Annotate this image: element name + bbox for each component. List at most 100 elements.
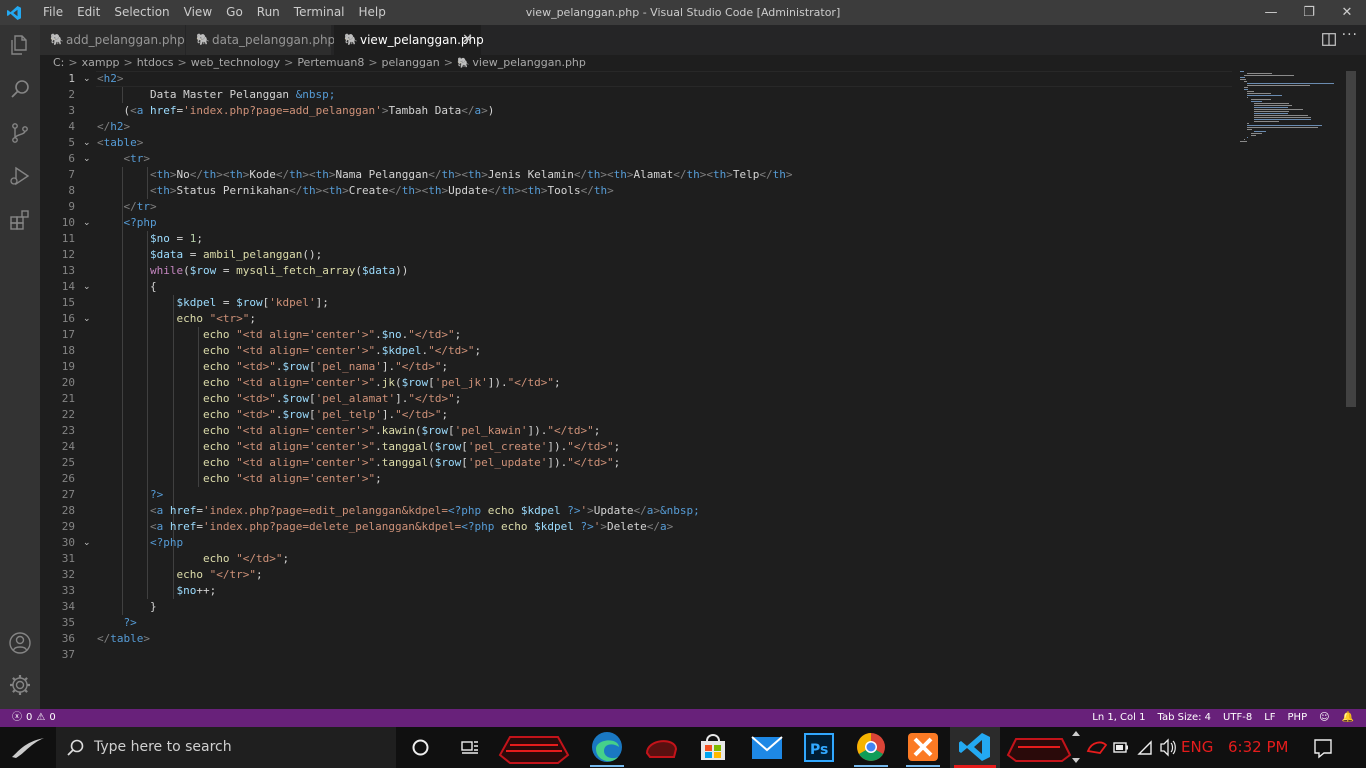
start-button-icon[interactable] bbox=[8, 732, 48, 762]
vscode-taskbar-icon[interactable] bbox=[950, 727, 1000, 768]
microsoft-store-icon[interactable] bbox=[690, 727, 736, 768]
more-actions-icon[interactable]: ··· bbox=[1342, 27, 1358, 43]
breadcrumb-item[interactable]: pelanggan bbox=[382, 56, 440, 69]
minimap[interactable] bbox=[1240, 71, 1340, 151]
code-line-15: $kdpel = $row['kdpel']; bbox=[176, 296, 329, 309]
task-view-icon[interactable] bbox=[460, 739, 480, 756]
menu-selection[interactable]: Selection bbox=[107, 0, 176, 25]
feedback-icon[interactable]: ☺ bbox=[1319, 709, 1329, 727]
settings-gear-icon[interactable] bbox=[8, 673, 32, 697]
scrollbar-thumb[interactable] bbox=[1346, 71, 1356, 407]
window-controls: — ❐ ✕ bbox=[1252, 0, 1366, 25]
problems-indicator[interactable]: ⓧ 0 ⚠ 0 bbox=[12, 709, 56, 727]
themed-app-icon[interactable] bbox=[496, 727, 572, 768]
line-number: 15 bbox=[61, 296, 75, 309]
breadcrumb-item[interactable]: web_technology bbox=[191, 56, 280, 69]
breadcrumb-item-file[interactable]: view_pelanggan.php bbox=[472, 56, 585, 69]
code-line-9: </tr> bbox=[123, 200, 157, 213]
minimap-line bbox=[1247, 95, 1283, 96]
line-number: 14 bbox=[61, 280, 75, 293]
minimap-line bbox=[1254, 103, 1290, 104]
code-line-33: $no++; bbox=[176, 584, 217, 597]
menu-file[interactable]: File bbox=[36, 0, 70, 25]
warning-count: 0 bbox=[49, 712, 56, 723]
line-number: 25 bbox=[61, 456, 75, 469]
encoding[interactable]: UTF-8 bbox=[1223, 709, 1252, 727]
vscode-logo-icon[interactable] bbox=[6, 5, 22, 21]
rog-tray-icon[interactable] bbox=[1086, 727, 1108, 768]
volume-icon[interactable] bbox=[1158, 727, 1178, 768]
action-center-icon[interactable] bbox=[1312, 727, 1334, 768]
extensions-icon[interactable] bbox=[8, 208, 32, 232]
fold-chevron-icon[interactable]: ⌄ bbox=[83, 311, 91, 327]
close-tab-icon[interactable]: ✕ bbox=[462, 25, 473, 55]
title-bar: File Edit Selection View Go Run Terminal… bbox=[0, 0, 1366, 25]
input-language[interactable]: ENG bbox=[1181, 727, 1213, 768]
language-mode[interactable]: PHP bbox=[1288, 709, 1308, 727]
tab-view-pelanggan[interactable]: 🐘 view_pelanggan.php ✕ bbox=[334, 25, 484, 55]
windows-taskbar: Type here to search Ps ENG 6:32 PM bbox=[0, 727, 1366, 768]
code-editor[interactable]: 1 ⌄ 2 3 4 5 ⌄ 6 ⌄ 7 8 9 10 ⌄ 11 12 13 14 ⌄ 15 16 ⌄ 17 18 19 20 21 2… bbox=[40, 71, 1356, 709]
line-number: 1 bbox=[68, 72, 75, 85]
menu-view[interactable]: View bbox=[177, 0, 219, 25]
chevron-right-icon: > bbox=[177, 56, 187, 69]
menu-terminal[interactable]: Terminal bbox=[287, 0, 352, 25]
code-line-32: echo "</tr>"; bbox=[176, 568, 263, 581]
tab-size[interactable]: Tab Size: 4 bbox=[1157, 709, 1211, 727]
search-icon[interactable] bbox=[8, 77, 32, 101]
breadcrumb-item[interactable]: Pertemuan8 bbox=[297, 56, 364, 69]
close-window-button[interactable]: ✕ bbox=[1328, 0, 1366, 25]
fold-chevron-icon[interactable]: ⌄ bbox=[83, 151, 91, 167]
minimap-line bbox=[1250, 101, 1262, 102]
breadcrumb-item[interactable]: C: bbox=[53, 56, 64, 69]
tab-add-pelanggan[interactable]: 🐘 add_pelanggan.php bbox=[40, 25, 186, 55]
fold-chevron-icon[interactable]: ⌄ bbox=[83, 135, 91, 151]
code-line-25: echo "<td align='center'>".tanggal($row[… bbox=[202, 456, 621, 469]
fold-chevron-icon[interactable]: ⌄ bbox=[83, 535, 91, 551]
menu-help[interactable]: Help bbox=[352, 0, 393, 25]
end-of-line[interactable]: LF bbox=[1264, 709, 1275, 727]
vertical-scrollbar[interactable] bbox=[1346, 71, 1356, 709]
taskbar-clock[interactable]: 6:32 PM bbox=[1228, 727, 1288, 768]
minimap-line bbox=[1247, 137, 1249, 138]
taskbar-search-box[interactable]: Type here to search bbox=[56, 727, 396, 768]
edge-browser-icon[interactable] bbox=[584, 727, 630, 768]
line-number: 37 bbox=[61, 648, 75, 661]
menu-run[interactable]: Run bbox=[250, 0, 287, 25]
wifi-icon[interactable] bbox=[1136, 727, 1154, 768]
minimize-button[interactable]: — bbox=[1252, 0, 1290, 25]
fold-chevron-icon[interactable]: ⌄ bbox=[83, 279, 91, 295]
tray-scroll-icon[interactable] bbox=[1070, 727, 1082, 768]
menu-edit[interactable]: Edit bbox=[70, 0, 107, 25]
cursor-position[interactable]: Ln 1, Col 1 bbox=[1092, 709, 1145, 727]
maximize-button[interactable]: ❐ bbox=[1290, 0, 1328, 25]
breadcrumb-item[interactable]: xampp bbox=[82, 56, 120, 69]
mail-icon[interactable] bbox=[744, 727, 790, 768]
code-line-22: echo "<td>".$row['pel_telp']."</td>"; bbox=[202, 408, 449, 421]
minimap-line bbox=[1247, 83, 1335, 84]
split-editor-icon[interactable] bbox=[1322, 33, 1336, 46]
cortana-icon[interactable] bbox=[412, 739, 429, 756]
explorer-icon[interactable] bbox=[8, 33, 32, 57]
helmet-app-icon[interactable] bbox=[638, 727, 684, 768]
themed-app-icon-2[interactable] bbox=[1004, 727, 1074, 768]
code-line-17: echo "<td align='center'>".$no."</td>"; bbox=[202, 328, 462, 341]
line-number: 11 bbox=[61, 232, 75, 245]
line-number: 12 bbox=[61, 248, 75, 261]
menu-go[interactable]: Go bbox=[219, 0, 250, 25]
fold-chevron-icon[interactable]: ⌄ bbox=[83, 215, 91, 231]
notifications-bell-icon[interactable]: 🔔 bbox=[1342, 709, 1354, 727]
breadcrumb-item[interactable]: htdocs bbox=[137, 56, 174, 69]
code-line-20: echo "<td align='center'>".jk($row['pel_… bbox=[202, 376, 561, 389]
run-debug-icon[interactable] bbox=[8, 164, 32, 188]
chrome-browser-icon[interactable] bbox=[848, 727, 894, 768]
code-line-26: echo "<td align='center'>"; bbox=[202, 472, 382, 485]
xampp-icon[interactable] bbox=[900, 727, 946, 768]
tab-data-pelanggan[interactable]: 🐘 data_pelanggan.php bbox=[186, 25, 335, 55]
fold-chevron-icon[interactable]: ⌄ bbox=[83, 71, 91, 87]
battery-icon[interactable] bbox=[1112, 727, 1130, 768]
photoshop-icon[interactable]: Ps bbox=[796, 727, 842, 768]
line-number: 13 bbox=[61, 264, 75, 277]
account-icon[interactable] bbox=[8, 631, 32, 655]
source-control-icon[interactable] bbox=[8, 121, 32, 145]
